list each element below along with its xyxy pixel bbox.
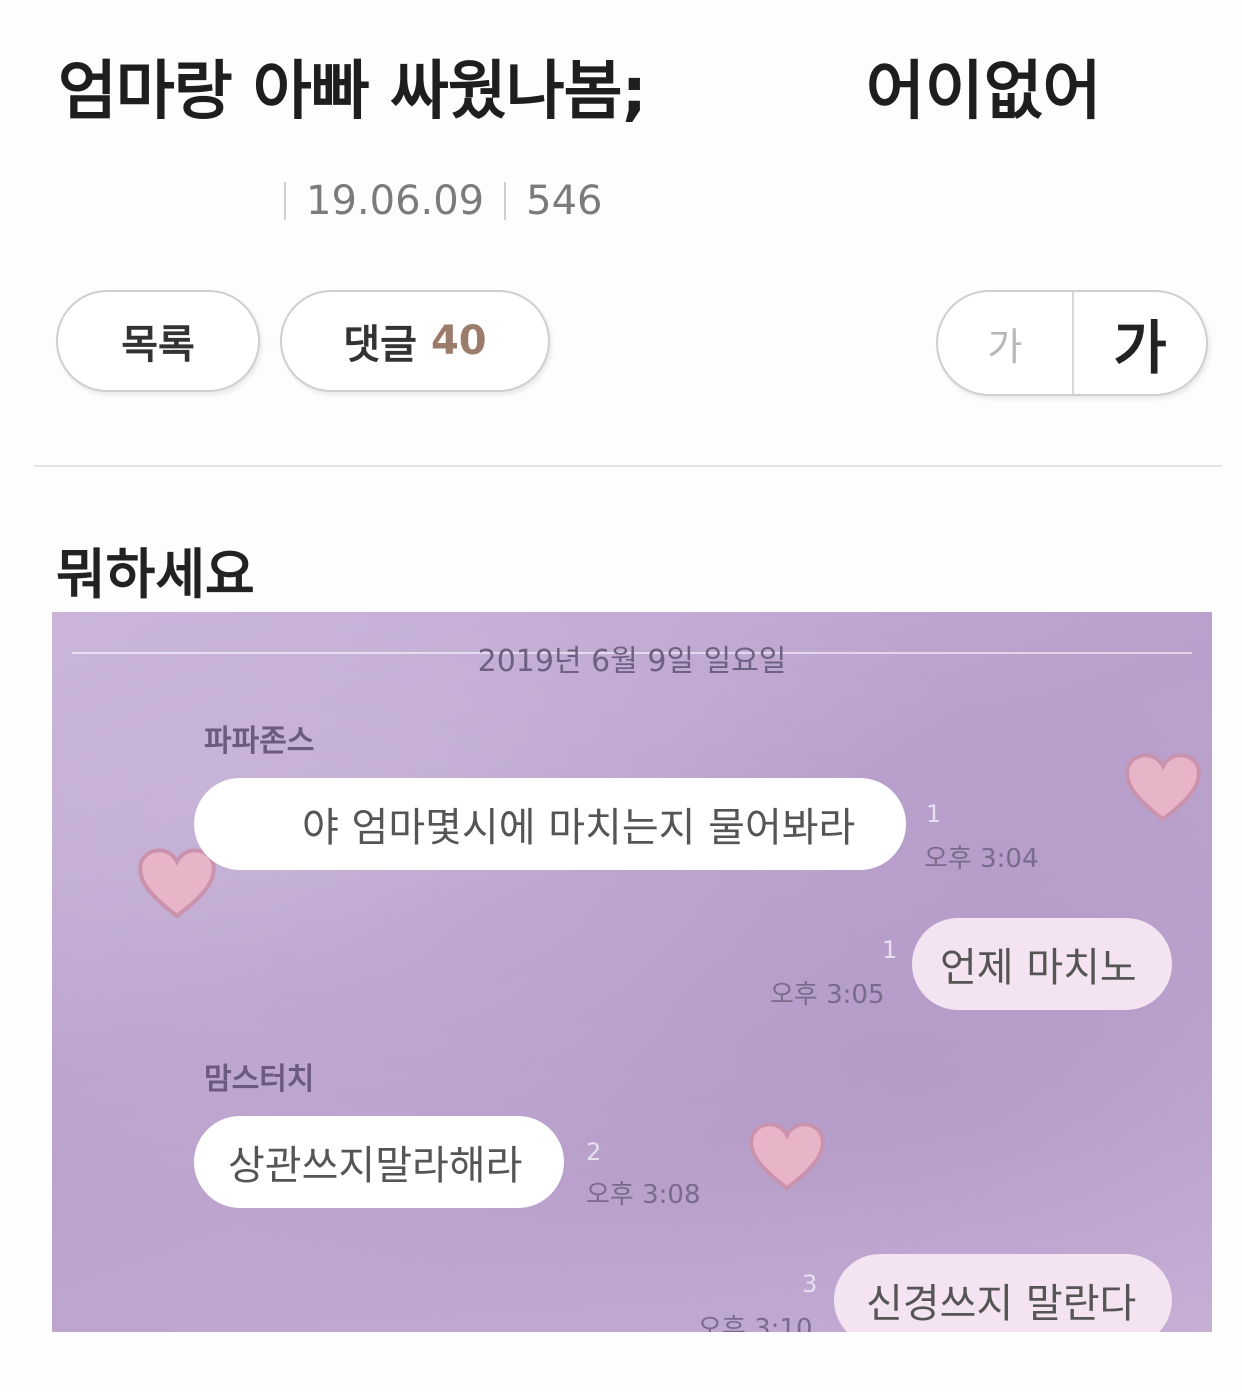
list-button[interactable]: 목록 — [56, 290, 260, 392]
view-count: 546 — [526, 178, 603, 224]
list-button-label: 목록 — [121, 322, 195, 368]
unread-count: 1 — [926, 800, 942, 828]
unread-count: 2 — [586, 1138, 602, 1166]
post-title-tail: 어이없어 — [866, 55, 1102, 129]
heart-icon — [749, 1122, 825, 1191]
meta-divider — [504, 182, 507, 220]
chat-sender-name: 맘스터치 — [204, 1062, 315, 1097]
comment-button-label: 댓글 — [343, 322, 417, 368]
heart-icon — [1125, 753, 1201, 822]
chat-sender-name: 파파존스 — [204, 724, 315, 759]
chat-message-text: 신경쓰지 말란다 — [866, 1281, 1137, 1327]
font-size-small-button[interactable]: 가 — [938, 292, 1074, 394]
chat-message-text: 야 엄마몇시에 마치는지 물어봐라 — [302, 805, 856, 851]
chat-bubble-incoming: 야 엄마몇시에 마치는지 물어봐라 — [194, 778, 906, 870]
chat-bubble-outgoing: 언제 마치노 — [912, 918, 1172, 1010]
post-date: 19.06.09 — [306, 178, 485, 224]
chat-date: 2019년 6월 9일 일요일 — [477, 644, 787, 679]
unread-count: 1 — [882, 936, 898, 964]
comment-count: 40 — [430, 318, 487, 364]
heart-icon — [138, 848, 216, 919]
chat-message-text: 상관쓰지말라해라 — [228, 1143, 523, 1189]
unread-count: 3 — [802, 1270, 818, 1298]
font-size-toggle: 가 가 — [936, 290, 1208, 396]
message-time: 오후 3:04 — [924, 844, 1039, 874]
meta-divider — [284, 182, 286, 220]
post-title: 엄마랑 아빠 싸웠나봄; — [58, 55, 647, 129]
post-meta: 19.06.09 546 — [284, 178, 602, 224]
chat-screenshot: 2019년 6월 9일 일요일 파파존스 야 엄마몇시에 마치는지 물어봐라 1… — [52, 612, 1212, 1332]
message-time: 오후 3:05 — [770, 980, 885, 1010]
chat-bubble-incoming: 상관쓰지말라해라 — [194, 1116, 564, 1208]
post-body-text: 뭐하세요 — [56, 543, 255, 606]
font-size-large-button[interactable]: 가 — [1074, 292, 1206, 394]
comment-button[interactable]: 댓글 40 — [280, 290, 550, 392]
chat-message-text: 언제 마치노 — [940, 945, 1137, 991]
content-divider — [34, 465, 1222, 467]
message-time: 오후 3:10 — [698, 1314, 813, 1332]
chat-bubble-outgoing: 신경쓰지 말란다 — [834, 1254, 1172, 1332]
message-time: 오후 3:08 — [586, 1180, 701, 1210]
